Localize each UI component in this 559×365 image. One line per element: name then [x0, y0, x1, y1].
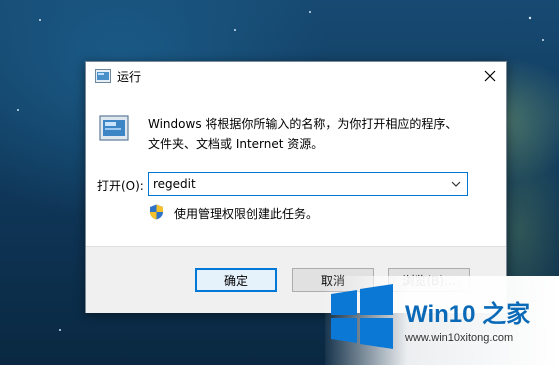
- watermark: Win10 之家 www.win10xitong.com: [325, 276, 559, 365]
- open-label: 打开(O):: [97, 179, 144, 193]
- dialog-title: 运行: [117, 70, 142, 84]
- description-line-2: 文件夹、文档或 Internet 资源。: [148, 137, 324, 151]
- description-line-1: Windows 将根据你所输入的名称，为你打开相应的程序、: [148, 117, 458, 131]
- run-icon: [95, 69, 111, 83]
- run-large-icon: [99, 115, 129, 141]
- dropdown-arrow-icon: [451, 181, 461, 187]
- admin-note: 使用管理权限创建此任务。: [174, 207, 319, 221]
- close-button[interactable]: [474, 62, 506, 90]
- ok-button[interactable]: 确定: [195, 268, 277, 292]
- open-input[interactable]: [149, 173, 439, 195]
- watermark-brand: Win10 之家: [405, 301, 531, 328]
- watermark-url: www.win10xitong.com: [405, 332, 514, 344]
- uac-shield-icon: [150, 204, 163, 220]
- dialog-description: Windows 将根据你所输入的名称，为你打开相应的程序、 文件夹、文档或 In…: [148, 114, 488, 154]
- windows-logo-icon: [331, 284, 393, 349]
- close-icon: [484, 70, 496, 82]
- open-combobox[interactable]: [148, 172, 468, 196]
- title-bar[interactable]: 运行: [86, 62, 506, 90]
- combobox-dropdown-button[interactable]: [445, 173, 467, 195]
